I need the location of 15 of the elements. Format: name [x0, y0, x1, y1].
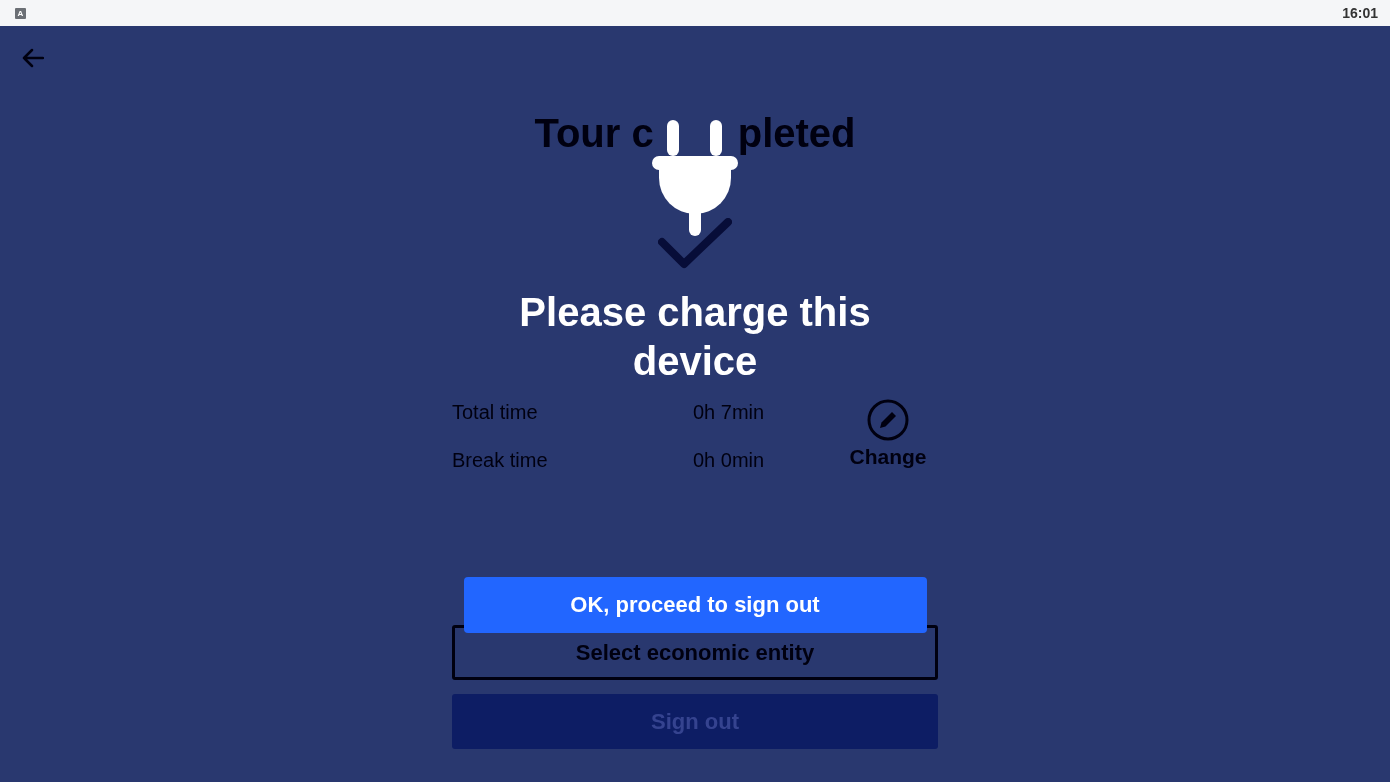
proceed-button[interactable]: OK, proceed to sign out: [463, 577, 927, 633]
title-fragment: pleted: [737, 110, 856, 157]
title-fragment: Tour c: [534, 110, 654, 157]
pencil-icon: [867, 399, 909, 441]
change-button[interactable]: Change: [838, 399, 938, 475]
row-label: Break time: [452, 448, 549, 473]
back-arrow-icon[interactable]: [22, 48, 44, 68]
row-value: 0h 0min: [693, 448, 766, 473]
clock: 16:01: [1342, 5, 1378, 21]
app-badge: A: [15, 7, 26, 19]
row-label: Total time: [452, 400, 539, 425]
checkmark-icon: [658, 218, 732, 270]
plug-icon: [652, 120, 738, 236]
charge-message: Please charge this device: [518, 289, 872, 385]
row-value: 0h 7min: [693, 400, 766, 425]
